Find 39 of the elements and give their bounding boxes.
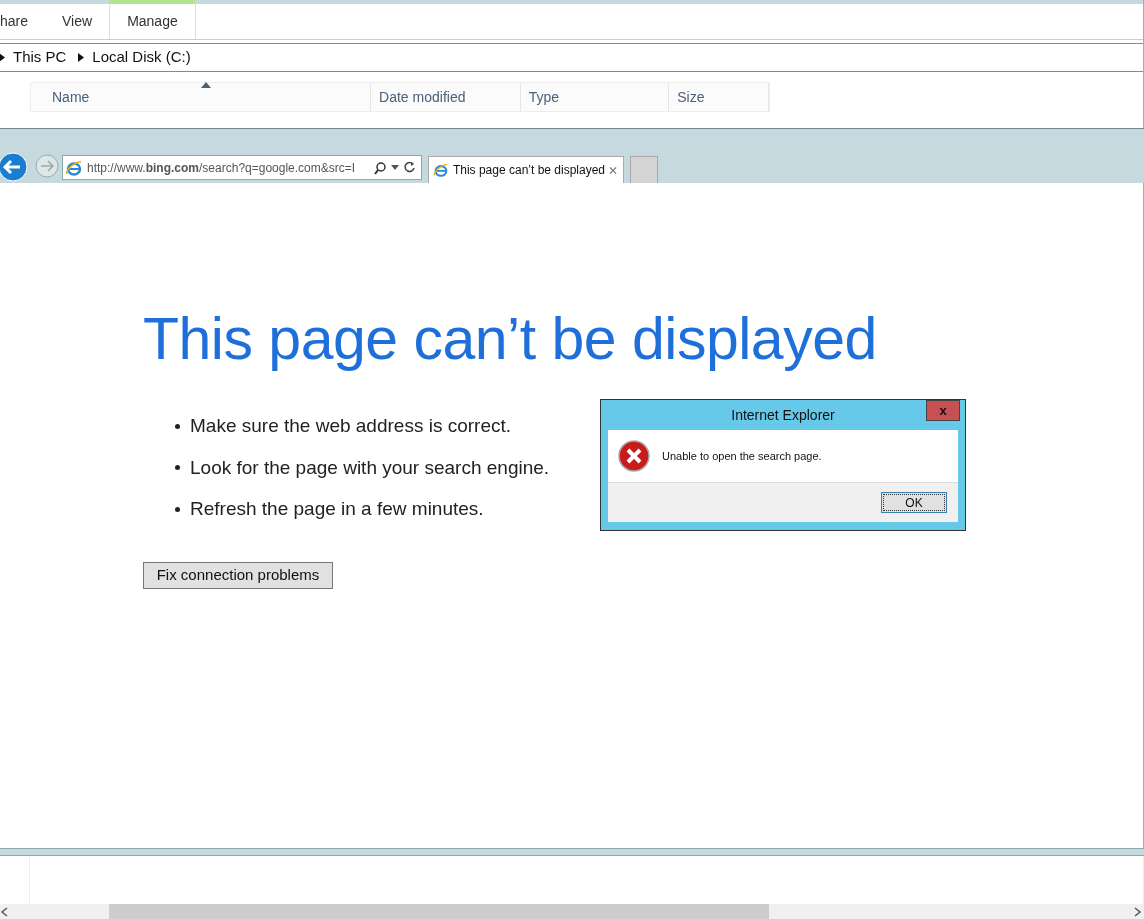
column-header[interactable]: Date modified [371, 83, 521, 111]
bullet-icon [175, 465, 180, 471]
ok-button[interactable]: OK [881, 492, 947, 513]
error-heading: This page can’t be displayed [143, 305, 877, 374]
dropdown-caret-icon[interactable] [391, 164, 399, 171]
column-header[interactable]: Size [669, 83, 769, 111]
address-text: http://www.bing.com/search?q=google.com&src=I [87, 159, 357, 177]
back-icon[interactable] [0, 152, 28, 182]
scrollbar-thumb[interactable] [109, 904, 769, 919]
address-bar[interactable]: http://www.bing.com/search?q=google.com&src=I [62, 155, 422, 180]
bullet-text: Refresh the page in a few minutes. [190, 497, 484, 521]
close-tab-icon[interactable] [609, 165, 617, 175]
ribbon-tab[interactable]: Manage [109, 0, 196, 39]
breadcrumb-item[interactable]: This PC [13, 46, 67, 69]
dialog-title: Internet Explorer [731, 405, 835, 425]
dialog-message: Unable to open the search page. [662, 448, 822, 464]
breadcrumb-arrow-icon[interactable] [78, 53, 85, 62]
bullet-text: Look for the page with your search engine. [190, 455, 550, 480]
refresh-icon[interactable] [403, 161, 416, 174]
bullet-icon [175, 423, 180, 429]
breadcrumb-arrow-icon[interactable] [0, 53, 5, 62]
close-button[interactable]: x [926, 400, 960, 421]
search-icon[interactable] [373, 160, 387, 175]
scroll-right-icon[interactable] [1132, 905, 1142, 918]
browser-tab[interactable]: This page can’t be displayed [428, 156, 624, 183]
tab-title: This page can’t be displayed [452, 162, 606, 179]
bullet-text: Make sure the web address is correct. [190, 414, 512, 438]
scroll-left-icon[interactable] [0, 905, 10, 918]
column-header[interactable]: Name [31, 83, 372, 111]
fix-connection-button[interactable]: Fix connection problems [143, 562, 333, 589]
breadcrumb-item[interactable]: Local Disk (C:) [92, 46, 191, 69]
sort-arrow-icon [200, 82, 211, 88]
column-header[interactable]: Type [520, 83, 670, 111]
ie-logo-icon [433, 161, 449, 179]
ie-logo-icon [65, 158, 83, 177]
error-icon [618, 440, 650, 472]
ribbon-tab[interactable]: View [45, 0, 110, 39]
bullet-icon [175, 506, 180, 512]
ribbon-tab[interactable]: hare [0, 0, 46, 39]
